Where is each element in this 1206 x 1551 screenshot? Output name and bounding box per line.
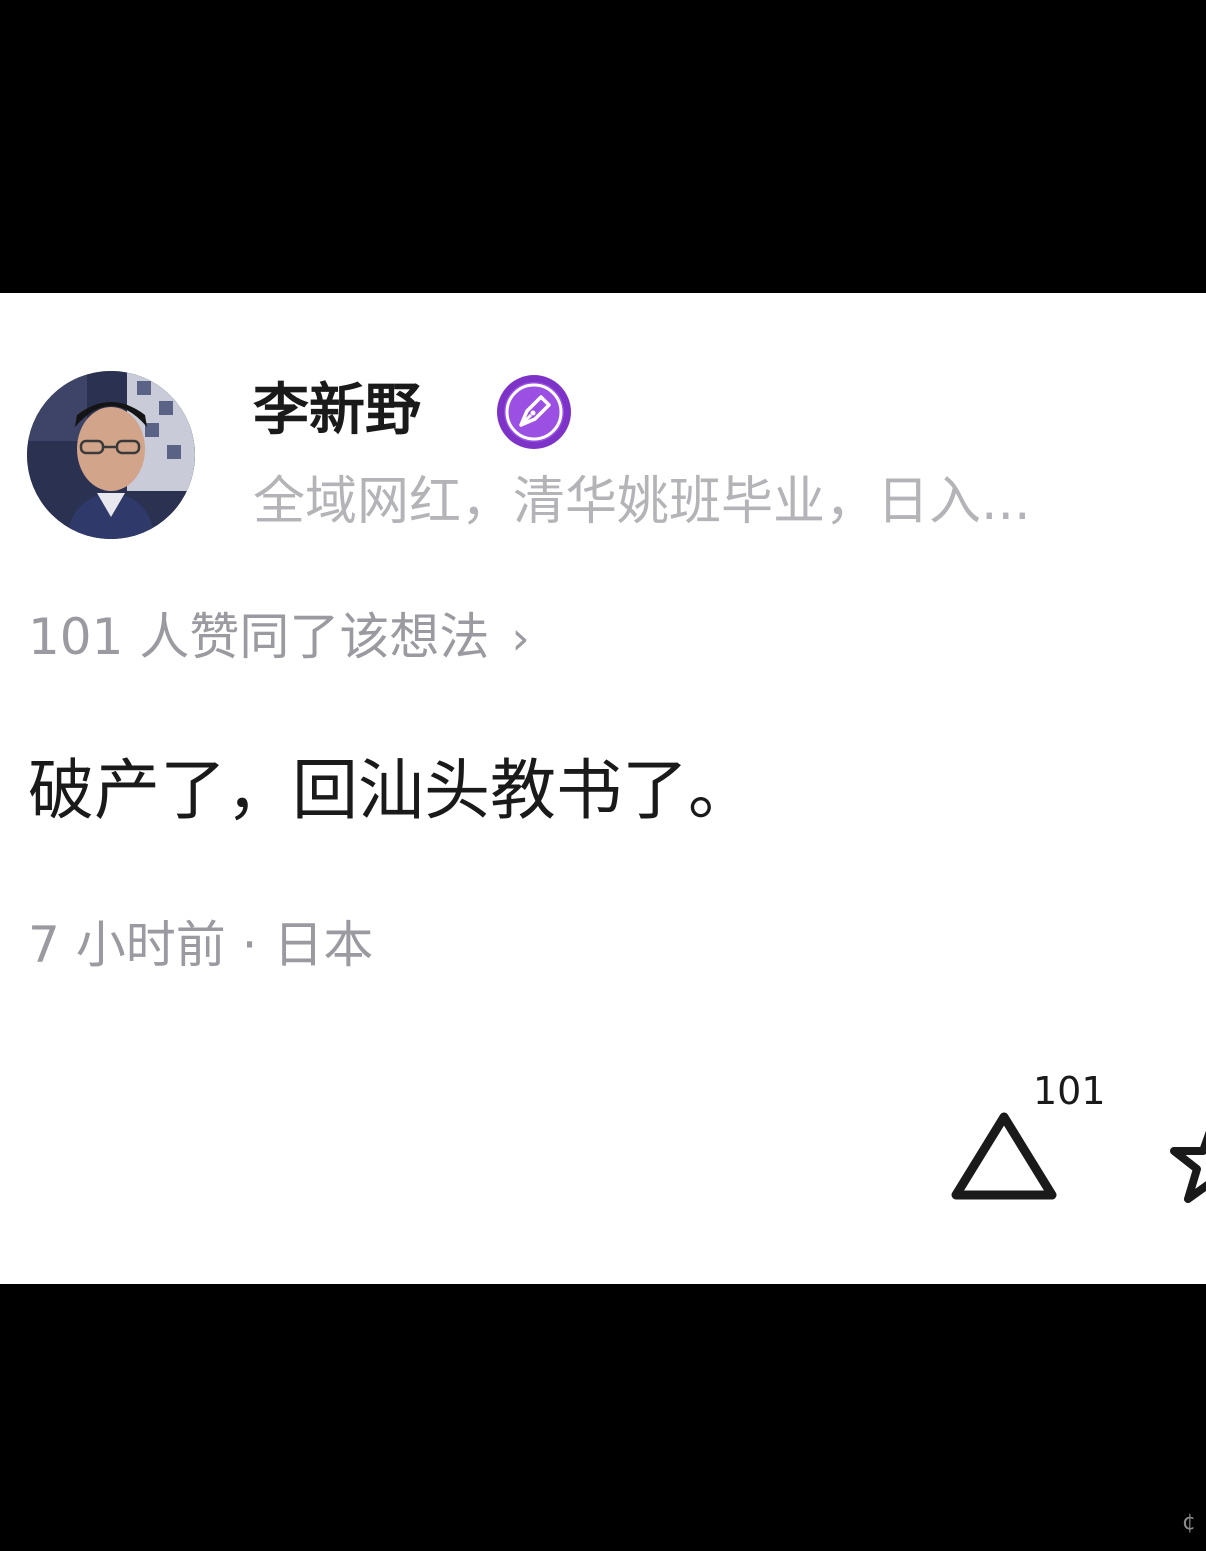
star-icon <box>1170 1130 1206 1203</box>
pen-nib-icon[interactable] <box>495 373 573 451</box>
favorite-button[interactable] <box>1168 1113 1206 1213</box>
upvoters-text: 101 人赞同了该想法 <box>28 608 490 666</box>
post-content: 破产了，回汕头教书了。 <box>28 752 754 829</box>
screenshot-frame: 李新野 全域网红，清华姚班毕业，日入... 101 人赞同了该想法 › 破产了，回… <box>0 0 1206 1551</box>
upvote-button[interactable] <box>945 1103 1063 1213</box>
upvoters-link[interactable]: 101 人赞同了该想法 › <box>28 605 530 670</box>
author-name[interactable]: 李新野 <box>253 377 421 445</box>
post-card: 李新野 全域网红，清华姚班毕业，日入... 101 人赞同了该想法 › 破产了，回… <box>0 293 1206 1284</box>
post-meta: 7 小时前 · 日本 <box>28 916 374 974</box>
watermark-glyph: ¢ <box>1182 1510 1196 1535</box>
avatar-image <box>27 371 195 539</box>
avatar[interactable] <box>27 371 195 539</box>
chevron-right-icon: › <box>511 611 530 665</box>
upvote-triangle-icon <box>951 1112 1057 1200</box>
author-bio: 全域网红，清华姚班毕业，日入... <box>253 472 1031 532</box>
